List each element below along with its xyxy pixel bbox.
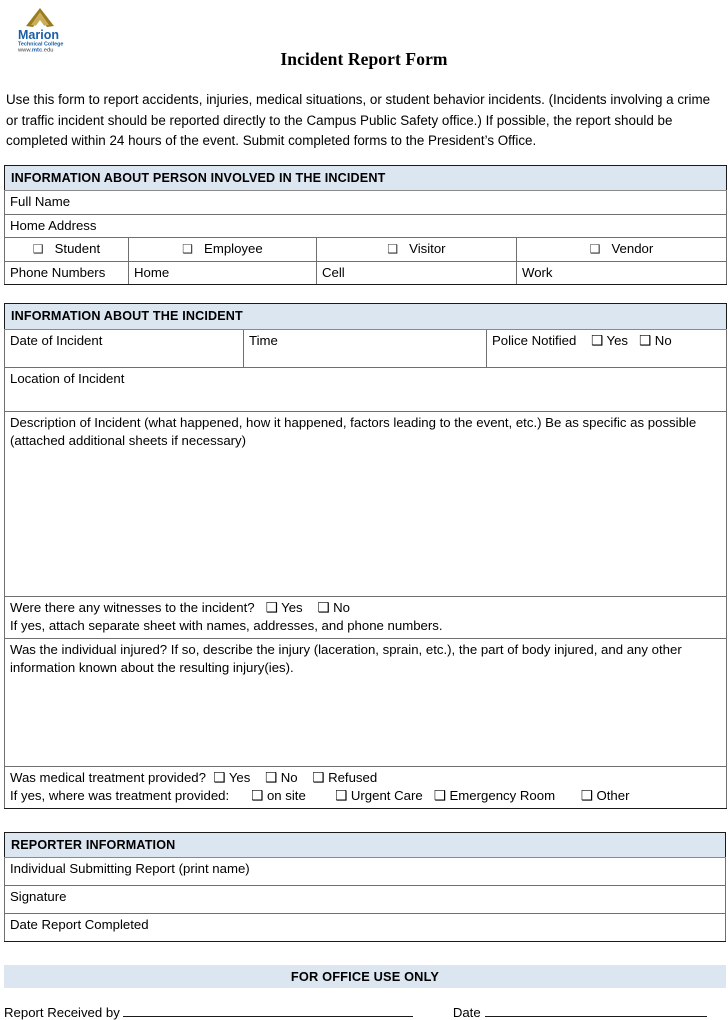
date-of-incident-field[interactable]: Date of Incident: [4, 328, 244, 368]
injury-row[interactable]: Was the individual injured? If so, descr…: [3, 637, 728, 767]
treatment-question: Was medical treatment provided?: [10, 769, 206, 785]
medical-treatment-row: Was medical treatment provided? ❑ Yes ❑ …: [3, 765, 728, 809]
role-option-visitor-label: Visitor: [409, 241, 446, 256]
page-title: Incident Report Form: [280, 49, 448, 69]
signature-row[interactable]: Signature: [4, 885, 726, 914]
college-logo: Marion Technical College www.mtc.edu: [14, 6, 66, 52]
phone-cell-field[interactable]: Cell: [316, 260, 517, 285]
office-date-input[interactable]: [484, 1004, 707, 1017]
checkbox-icon[interactable]: ❑: [213, 770, 225, 786]
section-person-heading: INFORMATION ABOUT PERSON INVOLVED IN THE…: [4, 164, 727, 191]
treatment-where-label: If yes, where was treatment provided:: [10, 788, 230, 803]
section-reporter-heading: REPORTER INFORMATION: [4, 831, 726, 858]
incident-report-page: Marion Technical College www.mtc.edu Inc…: [0, 0, 728, 1020]
checkbox-icon[interactable]: ❑: [33, 242, 44, 256]
date-completed-label: Date Report Completed: [4, 913, 726, 942]
home-address-row[interactable]: Home Address: [4, 213, 727, 238]
location-of-incident-row[interactable]: Location of Incident: [3, 366, 728, 412]
full-name-label: Full Name: [4, 190, 727, 215]
role-option-student[interactable]: ❑ Student: [4, 237, 129, 262]
checkbox-icon[interactable]: ❑: [590, 242, 601, 256]
date-completed-row[interactable]: Date Report Completed: [4, 913, 726, 942]
police-notified-no-label: No: [654, 332, 672, 348]
role-option-visitor[interactable]: ❑ Visitor: [316, 237, 517, 262]
role-option-vendor[interactable]: ❑ Vendor: [516, 237, 727, 262]
witness-cell: Were there any witnesses to the incident…: [3, 595, 728, 639]
police-notified-yes-label: Yes: [606, 332, 629, 348]
treatment-emergency-room-label: Emergency Room: [449, 788, 556, 803]
svg-text:Marion: Marion: [18, 28, 59, 42]
office-date-label: Date: [452, 1005, 481, 1020]
witness-yes-label: Yes: [281, 599, 303, 615]
role-option-student-label: Student: [54, 241, 101, 256]
role-option-employee[interactable]: ❑ Employee: [128, 237, 317, 262]
phone-work-field[interactable]: Work: [516, 260, 727, 285]
treatment-urgent-care-label: Urgent Care: [350, 788, 423, 803]
checkbox-icon[interactable]: ❑: [251, 788, 263, 804]
section-incident-heading: INFORMATION ABOUT THE INCIDENT: [3, 303, 728, 330]
treatment-other-label: Other: [596, 788, 630, 803]
witness-row: Were there any witnesses to the incident…: [3, 595, 728, 639]
section-reporter: REPORTER INFORMATION Individual Submitti…: [4, 831, 726, 942]
time-of-incident-field[interactable]: Time: [243, 328, 487, 368]
witness-no-label: No: [333, 599, 350, 615]
checkbox-icon[interactable]: ❑: [434, 788, 446, 804]
checkbox-icon[interactable]: ❑: [266, 600, 278, 616]
intro-paragraph: Use this form to report accidents, injur…: [6, 92, 711, 148]
section-person-involved: INFORMATION ABOUT PERSON INVOLVED IN THE…: [4, 164, 727, 286]
checkbox-icon[interactable]: ❑: [591, 333, 603, 349]
office-use-fields-row: Report Received by Date: [4, 1004, 726, 1020]
checkbox-icon[interactable]: ❑: [182, 242, 193, 256]
description-of-incident-row[interactable]: Description of Incident (what happened, …: [3, 410, 728, 597]
checkbox-icon[interactable]: ❑: [312, 770, 324, 786]
phone-home-field[interactable]: Home: [128, 260, 317, 285]
medical-treatment-cell: Was medical treatment provided? ❑ Yes ❑ …: [3, 765, 728, 809]
injury-question: Was the individual injured? If so, descr…: [3, 637, 728, 767]
police-notified-cell: Police Notified ❑ Yes ❑ No: [485, 328, 728, 368]
witness-question: Were there any witnesses to the incident…: [10, 599, 255, 615]
section-person-heading-row: INFORMATION ABOUT PERSON INVOLVED IN THE…: [4, 164, 727, 191]
role-option-employee-label: Employee: [204, 241, 263, 256]
phone-numbers-row: Phone Numbers Home Cell Work: [4, 260, 727, 285]
home-address-label: Home Address: [4, 213, 727, 238]
role-option-vendor-label: Vendor: [611, 241, 654, 256]
checkbox-icon[interactable]: ❑: [639, 333, 651, 349]
report-received-by-input[interactable]: [122, 1004, 413, 1017]
checkbox-icon[interactable]: ❑: [317, 600, 329, 616]
checkbox-icon[interactable]: ❑: [265, 770, 277, 786]
checkbox-icon[interactable]: ❑: [581, 788, 593, 804]
report-received-by-label: Report Received by: [4, 1005, 120, 1020]
page-header: Marion Technical College www.mtc.edu Inc…: [0, 0, 728, 82]
section-incident: INFORMATION ABOUT THE INCIDENT Date of I…: [3, 303, 728, 809]
checkbox-icon[interactable]: ❑: [335, 788, 347, 804]
role-options-row: ❑ Student ❑ Employee ❑ Visitor ❑ Vendor: [4, 237, 727, 262]
full-name-row[interactable]: Full Name: [4, 190, 727, 215]
location-of-incident-label: Location of Incident: [3, 366, 728, 412]
police-notified-label: Police Notified: [492, 332, 577, 348]
phone-numbers-label: Phone Numbers: [4, 260, 129, 285]
date-time-police-row: Date of Incident Time Police Notified ❑ …: [4, 328, 728, 368]
submitter-row[interactable]: Individual Submitting Report (print name…: [4, 857, 726, 886]
office-use-heading: FOR OFFICE USE ONLY: [4, 965, 726, 988]
submitter-label: Individual Submitting Report (print name…: [4, 857, 726, 886]
treatment-no-label: No: [280, 769, 298, 785]
signature-label: Signature: [4, 885, 726, 914]
treatment-yes-label: Yes: [228, 769, 251, 785]
treatment-refused-label: Refused: [328, 769, 378, 785]
description-of-incident-label: Description of Incident (what happened, …: [3, 410, 728, 597]
section-reporter-heading-row: REPORTER INFORMATION: [4, 831, 726, 858]
checkbox-icon[interactable]: ❑: [387, 242, 398, 256]
treatment-onsite-label: on site: [266, 788, 306, 803]
section-incident-heading-row: INFORMATION ABOUT THE INCIDENT: [3, 303, 728, 330]
witness-note: If yes, attach separate sheet with names…: [10, 618, 443, 633]
